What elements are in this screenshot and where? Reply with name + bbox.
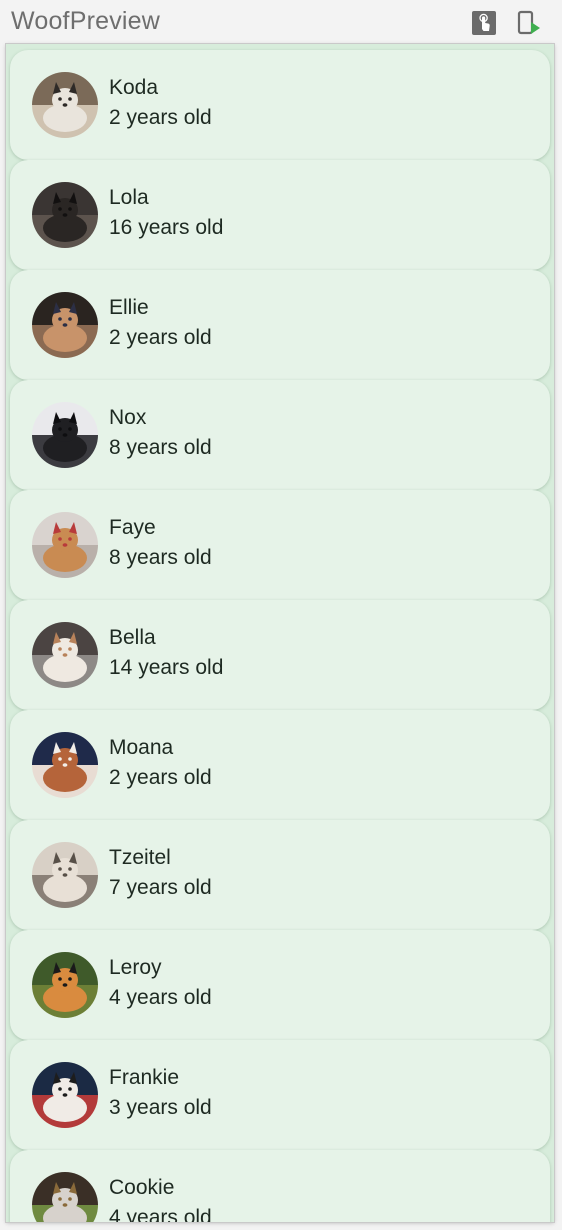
dog-photo-icon bbox=[32, 622, 98, 688]
dog-age: 2 years old bbox=[109, 766, 212, 789]
dog-avatar bbox=[32, 512, 98, 578]
dog-avatar bbox=[32, 622, 98, 688]
dog-name: Nox bbox=[109, 406, 147, 429]
dog-name: Tzeitel bbox=[109, 846, 171, 869]
dog-name: Moana bbox=[109, 736, 174, 759]
dog-avatar bbox=[32, 402, 98, 468]
dog-age: 7 years old bbox=[109, 876, 212, 899]
dog-card[interactable]: Koda 2 years old bbox=[10, 50, 550, 160]
dog-age: 4 years old bbox=[109, 986, 212, 1009]
dog-name: Lola bbox=[109, 186, 149, 209]
dog-card[interactable]: Nox 8 years old bbox=[10, 380, 550, 490]
dog-photo-icon bbox=[32, 732, 98, 798]
dog-age: 14 years old bbox=[109, 656, 224, 679]
deploy-to-device-icon bbox=[517, 10, 540, 35]
dog-age: 8 years old bbox=[109, 546, 212, 569]
dog-name: Cookie bbox=[109, 1176, 175, 1199]
dog-name: Koda bbox=[109, 76, 159, 99]
dog-card[interactable]: Frankie 3 years old bbox=[10, 1040, 550, 1150]
interactive-mode-icon bbox=[472, 11, 496, 35]
dog-avatar bbox=[32, 72, 98, 138]
dog-photo-icon bbox=[32, 512, 98, 578]
preview-title: WoofPreview bbox=[11, 7, 161, 35]
dog-avatar bbox=[32, 182, 98, 248]
dog-age: 2 years old bbox=[109, 106, 212, 129]
dog-photo-icon bbox=[32, 182, 98, 248]
dog-photo-icon bbox=[32, 402, 98, 468]
dog-card[interactable]: Tzeitel 7 years old bbox=[10, 820, 550, 930]
dog-name: Faye bbox=[109, 516, 156, 539]
dog-name: Frankie bbox=[109, 1066, 180, 1089]
dog-photo-icon bbox=[32, 842, 98, 908]
dog-photo-icon bbox=[32, 72, 98, 138]
deploy-to-device-button[interactable] bbox=[516, 10, 542, 36]
dog-age: 4 years old bbox=[109, 1206, 212, 1222]
dog-photo-icon bbox=[32, 1172, 98, 1222]
dog-avatar bbox=[32, 292, 98, 358]
interactive-mode-button[interactable] bbox=[471, 10, 497, 36]
dog-age: 16 years old bbox=[109, 216, 224, 239]
dog-avatar bbox=[32, 732, 98, 798]
dog-photo-icon bbox=[32, 952, 98, 1018]
dog-card[interactable]: Moana 2 years old bbox=[10, 710, 550, 820]
dog-avatar bbox=[32, 1172, 98, 1222]
dog-age: 8 years old bbox=[109, 436, 212, 459]
dog-name: Leroy bbox=[109, 956, 162, 979]
dog-avatar bbox=[32, 842, 98, 908]
dog-card[interactable]: Ellie 2 years old bbox=[10, 270, 550, 380]
dog-card[interactable]: Cookie 4 years old bbox=[10, 1150, 550, 1222]
dog-card[interactable]: Lola 16 years old bbox=[10, 160, 550, 270]
dog-photo-icon bbox=[32, 1062, 98, 1128]
dog-card[interactable]: Leroy 4 years old bbox=[10, 930, 550, 1040]
dog-card[interactable]: Bella 14 years old bbox=[10, 600, 550, 710]
compose-preview: Koda 2 years old Lola 16 years old Ellie 2 ye… bbox=[6, 44, 554, 1222]
dog-photo-icon bbox=[32, 292, 98, 358]
dog-name: Bella bbox=[109, 626, 156, 649]
dog-avatar bbox=[32, 952, 98, 1018]
dog-card[interactable]: Faye 8 years old bbox=[10, 490, 550, 600]
dog-avatar bbox=[32, 1062, 98, 1128]
dog-age: 2 years old bbox=[109, 326, 212, 349]
preview-toolbar: WoofPreview bbox=[0, 0, 562, 44]
dog-age: 3 years old bbox=[109, 1096, 212, 1119]
dog-name: Ellie bbox=[109, 296, 149, 319]
